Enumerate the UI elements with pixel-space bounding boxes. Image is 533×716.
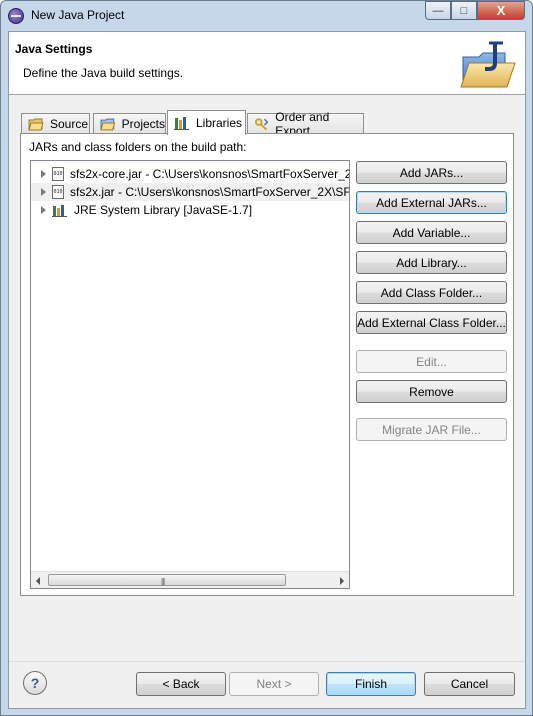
dialog-window: New Java Project — □ X Java Settings Def… (0, 0, 533, 716)
cancel-button[interactable]: Cancel (424, 672, 515, 696)
help-button[interactable]: ? (23, 671, 47, 695)
tab-projects[interactable]: Projects (93, 113, 166, 134)
page-description: Define the Java build settings. (23, 66, 184, 80)
build-path-label: JARs and class folders on the build path… (29, 140, 247, 154)
order-export-icon (254, 118, 269, 131)
tree-item-jar[interactable]: 010 sfs2x.jar - C:\Users\konsnos\SmartFo… (31, 183, 349, 201)
library-icon (52, 205, 67, 217)
scrollbar-grip: ||| (161, 577, 165, 586)
tree-item-label: JRE System Library [JavaSE-1.7] (74, 203, 253, 217)
expand-arrow-icon[interactable] (41, 206, 46, 214)
tab-source[interactable]: Source (21, 113, 90, 134)
tree-item-label: sfs2x.jar - C:\Users\konsnos\SmartFoxSer… (70, 185, 349, 199)
projects-folder-icon (100, 118, 116, 131)
add-library-button[interactable]: Add Library... (356, 251, 507, 274)
dialog-client-area: Java Settings Define the Java build sett… (8, 31, 526, 709)
back-button[interactable]: < Back (136, 672, 226, 696)
libraries-icon (174, 117, 189, 130)
add-external-jars-button[interactable]: Add External JARs... (356, 191, 507, 214)
add-external-class-folder-button[interactable]: Add External Class Folder... (356, 311, 507, 334)
java-project-folder-icon (460, 41, 516, 88)
scroll-right-icon[interactable] (340, 577, 344, 585)
tree-item-jar[interactable]: 010 sfs2x-core.jar - C:\Users\konsnos\Sm… (31, 165, 349, 183)
tab-libraries-label: Libraries (196, 116, 243, 130)
finish-button[interactable]: Finish (326, 672, 416, 696)
close-button[interactable]: X (477, 1, 525, 20)
title-bar[interactable]: New Java Project — □ X (1, 1, 532, 31)
window-title: New Java Project (31, 8, 125, 22)
jar-icon: 010 (52, 167, 64, 181)
minimize-button[interactable]: — (425, 1, 451, 20)
tab-projects-label: Projects (121, 117, 165, 131)
tree-item-label: sfs2x-core.jar - C:\Users\konsnos\SmartF… (70, 167, 349, 181)
add-variable-button[interactable]: Add Variable... (356, 221, 507, 244)
build-path-tree[interactable]: 010 sfs2x-core.jar - C:\Users\konsnos\Sm… (30, 160, 350, 589)
migrate-jar-button[interactable]: Migrate JAR File... (356, 418, 507, 441)
edit-button[interactable]: Edit... (356, 350, 507, 373)
add-jars-button[interactable]: Add JARs... (356, 161, 507, 184)
scrollbar-thumb[interactable]: ||| (48, 574, 286, 586)
add-class-folder-button[interactable]: Add Class Folder... (356, 281, 507, 304)
tree-item-library[interactable]: JRE System Library [JavaSE-1.7] (31, 201, 349, 219)
page-title: Java Settings (15, 42, 93, 56)
tab-source-label: Source (50, 117, 89, 131)
jar-icon: 010 (52, 185, 64, 199)
button-bar-separator (9, 661, 525, 662)
header-banner: Java Settings Define the Java build sett… (9, 32, 525, 95)
remove-button[interactable]: Remove (356, 380, 507, 403)
expand-arrow-icon[interactable] (41, 170, 46, 178)
horizontal-scrollbar[interactable]: ||| (31, 571, 349, 588)
eclipse-icon (8, 8, 24, 24)
libraries-tab-panel: JARs and class folders on the build path… (20, 133, 514, 596)
maximize-button[interactable]: □ (451, 1, 477, 20)
expand-arrow-icon[interactable] (41, 188, 46, 196)
tab-order-and-export[interactable]: Order and Export (247, 110, 364, 138)
scroll-left-icon[interactable] (36, 577, 40, 585)
tab-libraries[interactable]: Libraries (167, 110, 246, 135)
source-folder-icon (28, 118, 44, 131)
next-button[interactable]: Next > (229, 672, 319, 696)
